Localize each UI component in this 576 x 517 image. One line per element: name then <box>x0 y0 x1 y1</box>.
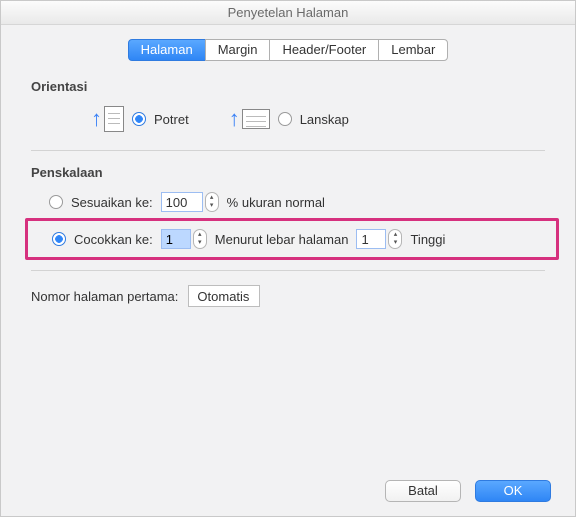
arrow-up-icon: ↑ <box>229 108 240 130</box>
tab-page[interactable]: Halaman <box>128 39 206 61</box>
fit-tall-suffix: Tinggi <box>410 232 445 247</box>
fit-wide-suffix: Menurut lebar halaman <box>215 232 349 247</box>
fit-tall-input[interactable] <box>356 229 386 249</box>
orientation-heading: Orientasi <box>31 79 545 94</box>
scaling-heading: Penskalaan <box>31 165 545 180</box>
fit-to-highlight: Cocokkan ke: ▴▾ Menurut lebar halaman ▴▾… <box>25 218 559 260</box>
adjust-to-row: Sesuaikan ke: ▴▾ % ukuran normal <box>31 192 545 212</box>
ok-button[interactable]: OK <box>475 480 551 502</box>
fit-wide-stepper[interactable]: ▴▾ <box>193 229 207 249</box>
divider <box>31 270 545 271</box>
adjust-to-label: Sesuaikan ke: <box>71 195 153 210</box>
tab-header-footer[interactable]: Header/Footer <box>269 39 379 61</box>
page-setup-dialog: Penyetelan Halaman Halaman Margin Header… <box>0 0 576 517</box>
adjust-to-suffix: % ukuran normal <box>227 195 325 210</box>
portrait-label: Potret <box>154 112 189 127</box>
first-page-number-field[interactable]: Otomatis <box>188 285 260 307</box>
portrait-radio[interactable] <box>132 112 146 126</box>
fit-to-row: Cocokkan ke: ▴▾ Menurut lebar halaman ▴▾… <box>34 229 550 249</box>
adjust-to-stepper[interactable]: ▴▾ <box>205 192 219 212</box>
landscape-icon: ↑ <box>229 108 270 130</box>
orientation-landscape-option[interactable]: ↑ Lanskap <box>229 108 349 130</box>
tab-margin[interactable]: Margin <box>205 39 271 61</box>
dialog-title: Penyetelan Halaman <box>1 1 575 25</box>
adjust-to-input[interactable] <box>161 192 203 212</box>
adjust-to-radio[interactable] <box>49 195 63 209</box>
fit-wide-input[interactable] <box>161 229 191 249</box>
dialog-buttons: Batal OK <box>385 480 551 502</box>
orientation-portrait-option[interactable]: ↑ Potret <box>91 106 189 132</box>
fit-to-label: Cocokkan ke: <box>74 232 153 247</box>
tab-bar: Halaman Margin Header/Footer Lembar <box>31 39 545 61</box>
landscape-radio[interactable] <box>278 112 292 126</box>
fit-to-radio[interactable] <box>52 232 66 246</box>
arrow-up-icon: ↑ <box>91 108 102 130</box>
first-page-number-label: Nomor halaman pertama: <box>31 289 178 304</box>
portrait-icon: ↑ <box>91 106 124 132</box>
landscape-label: Lanskap <box>300 112 349 127</box>
cancel-button[interactable]: Batal <box>385 480 461 502</box>
divider <box>31 150 545 151</box>
fit-tall-stepper[interactable]: ▴▾ <box>388 229 402 249</box>
tab-sheet[interactable]: Lembar <box>378 39 448 61</box>
